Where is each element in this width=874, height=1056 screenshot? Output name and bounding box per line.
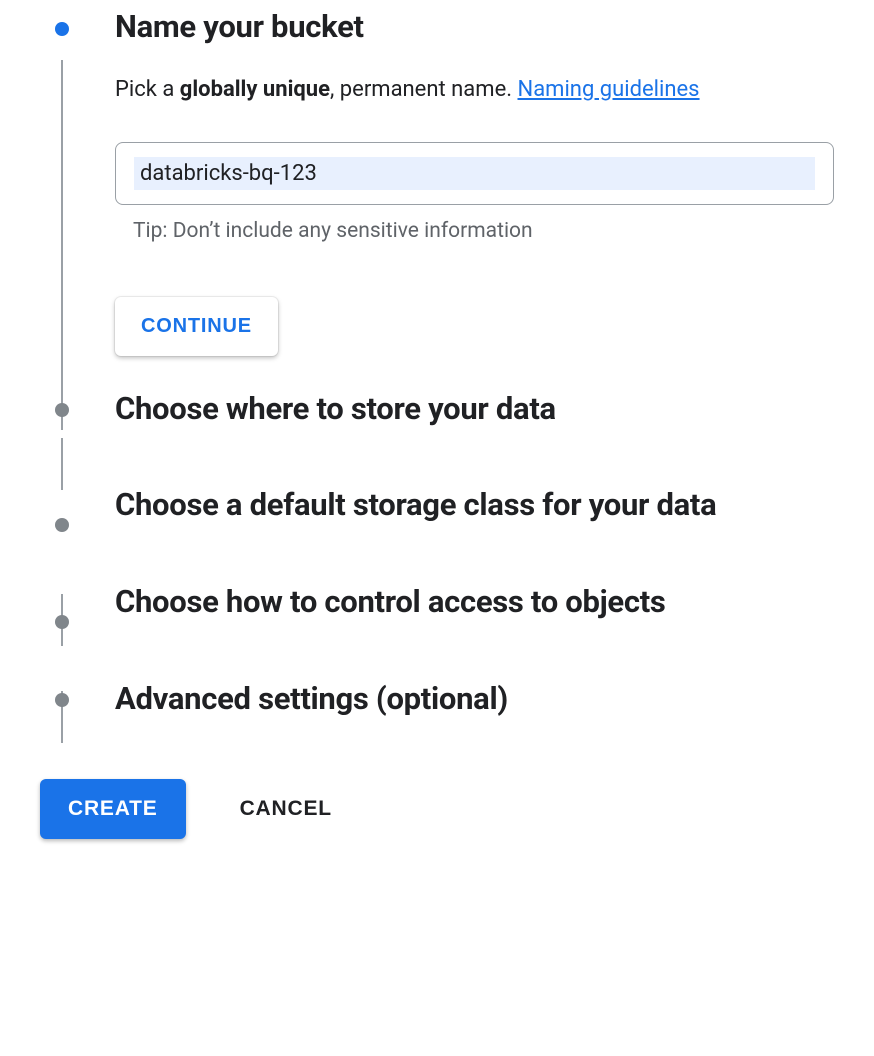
step-advanced-settings: Advanced settings (optional) bbox=[40, 680, 834, 727]
continue-button[interactable]: CONTINUE bbox=[115, 297, 278, 356]
create-button[interactable]: CREATE bbox=[40, 779, 186, 839]
step-location: Choose where to store your data bbox=[40, 390, 834, 487]
step-title-storage-class[interactable]: Choose a default storage class for your … bbox=[115, 486, 834, 525]
naming-guidelines-link[interactable]: Naming guidelines bbox=[518, 77, 700, 102]
step-connector bbox=[61, 438, 63, 490]
step-connector bbox=[61, 60, 63, 430]
step-bullet-icon bbox=[55, 693, 69, 707]
step-title-location[interactable]: Choose where to store your data bbox=[115, 390, 834, 429]
bucket-name-input-wrap bbox=[115, 142, 834, 205]
subtitle-prefix: Pick a bbox=[115, 77, 180, 102]
step-title-advanced[interactable]: Advanced settings (optional) bbox=[115, 680, 834, 719]
subtitle-bold: globally unique bbox=[180, 77, 330, 102]
bucket-name-tip: Tip: Don’t include any sensitive informa… bbox=[115, 219, 834, 243]
step-name-bucket: Name your bucket Pick a globally unique,… bbox=[40, 8, 834, 390]
step-access-control: Choose how to control access to objects bbox=[40, 583, 834, 680]
step-bullet-icon bbox=[55, 22, 69, 36]
step-title-access-control[interactable]: Choose how to control access to objects bbox=[115, 583, 834, 622]
footer-actions: CREATE CANCEL bbox=[40, 779, 834, 839]
step-title-name-bucket[interactable]: Name your bucket bbox=[115, 8, 834, 47]
subtitle-suffix: , permanent name. bbox=[330, 77, 517, 102]
step-storage-class: Choose a default storage class for your … bbox=[40, 486, 834, 583]
step-bullet-icon bbox=[55, 615, 69, 629]
bucket-name-input[interactable] bbox=[134, 157, 815, 190]
cancel-button[interactable]: CANCEL bbox=[234, 779, 338, 839]
step-subtitle: Pick a globally unique, permanent name. … bbox=[115, 75, 834, 106]
step-bullet-icon bbox=[55, 518, 69, 532]
step-bullet-icon bbox=[55, 403, 69, 417]
